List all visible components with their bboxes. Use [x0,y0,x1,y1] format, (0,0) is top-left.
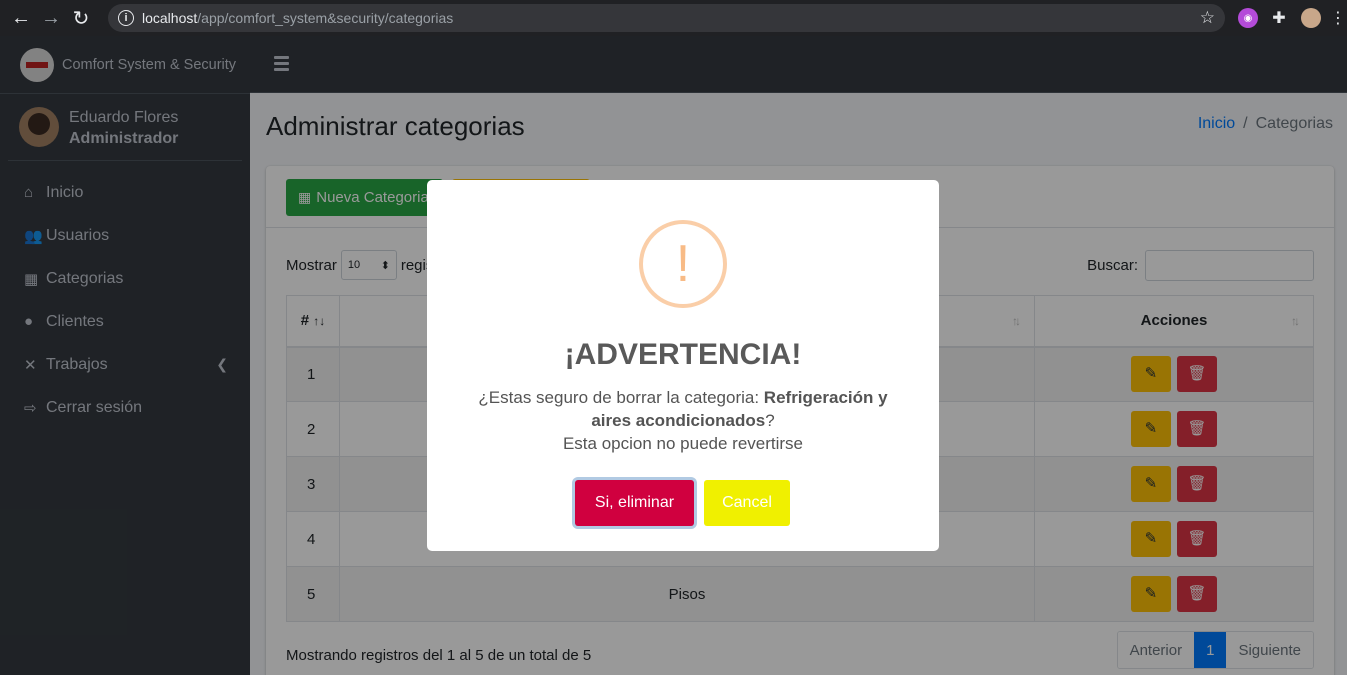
extension-icon[interactable]: ◉ [1238,8,1258,28]
forward-icon[interactable]: → [36,3,66,33]
dialog-text-prefix: ¿Estas seguro de borrar la categoria: [478,388,764,407]
address-bar[interactable]: i localhost/app/comfort_system&security/… [108,4,1225,32]
confirm-delete-dialog: ! ¡ADVERTENCIA! ¿Estas seguro de borrar … [427,180,939,551]
dialog-message: ¿Estas seguro de borrar la categoria: Re… [477,386,889,455]
url-path: /app/comfort_system&security/categorias [197,10,454,26]
url-host: localhost [142,10,198,26]
reload-icon[interactable]: ↻ [66,3,96,33]
confirm-delete-button[interactable]: Si, eliminar [575,480,694,526]
kebab-menu-icon[interactable]: ⋮ [1330,8,1346,28]
bookmark-star-icon[interactable]: ☆ [1200,8,1215,28]
back-icon[interactable]: ← [6,3,36,33]
dialog-text-suffix: ? [765,411,775,430]
warning-icon: ! [639,220,727,308]
info-icon[interactable]: i [118,10,134,26]
browser-toolbar: ← → ↻ i localhost/app/comfort_system&sec… [0,0,1347,36]
puzzle-icon[interactable]: ✚ [1269,8,1289,28]
dialog-title: ¡ADVERTENCIA! [564,338,802,371]
profile-avatar[interactable] [1301,8,1321,28]
cancel-button[interactable]: Cancel [704,480,790,526]
dialog-warning: Esta opcion no puede revertirse [562,434,804,453]
